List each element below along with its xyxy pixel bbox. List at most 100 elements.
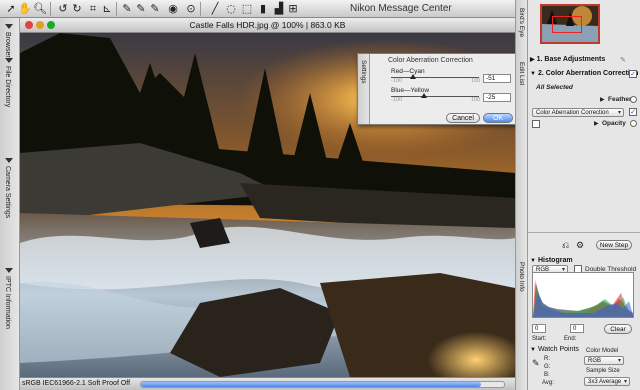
eyedropper-gray-icon[interactable]: ✎ bbox=[134, 2, 148, 16]
color-model-select[interactable]: RGB ▾ bbox=[584, 356, 624, 365]
blue-yellow-max: 100 bbox=[471, 97, 481, 103]
tone-icon[interactable]: ▮ bbox=[256, 2, 270, 16]
red-cyan-label: Red—Cyan bbox=[391, 68, 425, 75]
sample-size-label: Sample Size bbox=[586, 368, 620, 374]
color-aberration-enable-checkbox[interactable]: ✓ bbox=[629, 70, 637, 78]
compare-icon[interactable]: ⊙ bbox=[184, 2, 198, 16]
avg-label: Avg: bbox=[542, 380, 554, 386]
expand-arrow-icon[interactable]: ▶ bbox=[530, 56, 535, 63]
chevron-down-icon: ▾ bbox=[623, 379, 627, 385]
red-cyan-min: -100 bbox=[391, 78, 403, 84]
eyedropper-black-icon[interactable]: ✎ bbox=[148, 2, 162, 16]
tab-iptc-information[interactable]: IPTC Information bbox=[4, 268, 16, 329]
eyedropper-white-icon[interactable]: ✎ bbox=[120, 2, 134, 16]
color-model-label: Color Model bbox=[586, 348, 619, 354]
color-aberration-header[interactable]: ▼ 2. Color Aberration Correction bbox=[528, 70, 640, 81]
tab-photo-info[interactable]: Photo Info bbox=[518, 262, 525, 292]
histogram-icon[interactable]: ▟ bbox=[272, 2, 286, 16]
histogram-label: Histogram bbox=[537, 257, 573, 264]
panel-divider bbox=[528, 232, 640, 233]
birds-eye-thumbnail[interactable] bbox=[540, 4, 600, 44]
arrow-cursor-icon[interactable]: ➚ bbox=[4, 2, 18, 16]
end-value-field[interactable]: 0 bbox=[570, 324, 584, 333]
blue-yellow-slider-thumb[interactable] bbox=[421, 93, 427, 98]
image-titlebar[interactable]: Castle Falls HDR.jpg @ 100% | 863.0 KB bbox=[20, 18, 515, 33]
watch-points-label: Watch Points bbox=[537, 346, 579, 353]
color-profile-status: sRGB IEC61966-2.1 Soft Proof Off bbox=[22, 380, 131, 387]
hand-icon[interactable]: ✋ bbox=[18, 2, 32, 16]
blue-yellow-slider-track[interactable] bbox=[391, 96, 479, 97]
red-eye-icon[interactable]: ◉ bbox=[166, 2, 180, 16]
selection-icon[interactable]: ⬚ bbox=[240, 2, 254, 16]
tab-birds-eye[interactable]: Bird's Eye bbox=[518, 8, 525, 37]
start-value-field[interactable]: 0 bbox=[532, 324, 546, 333]
blue-yellow-min: -100 bbox=[391, 97, 403, 103]
collapse-arrow-icon[interactable]: ▼ bbox=[530, 71, 536, 77]
viewport-indicator[interactable] bbox=[552, 16, 582, 33]
adjustment-tool-icon[interactable]: ✎ bbox=[620, 56, 626, 64]
blue-yellow-value-field[interactable]: -25 bbox=[483, 93, 511, 102]
dialog-title: Color Aberration Correction bbox=[388, 57, 473, 64]
tab-edit-list[interactable]: Edit List bbox=[518, 62, 525, 85]
straighten-icon[interactable]: ⊾ bbox=[100, 2, 114, 16]
collapse-arrow-icon[interactable]: ▼ bbox=[530, 347, 536, 353]
opacity-arrow-icon[interactable]: ▶ bbox=[594, 120, 599, 127]
tab-iptc-information-label: IPTC Information bbox=[4, 276, 11, 329]
b-label: B: bbox=[544, 372, 550, 378]
ok-button[interactable]: OK bbox=[483, 113, 513, 123]
grid-icon[interactable]: ⊞ bbox=[286, 2, 300, 16]
feather-label: Feather bbox=[608, 96, 632, 103]
tab-browser[interactable]: Browser bbox=[4, 24, 16, 58]
end-label: End: bbox=[564, 336, 577, 342]
histogram-graph bbox=[533, 279, 633, 317]
collapse-arrow-icon bbox=[5, 268, 13, 273]
horizontal-scroll-thumb[interactable] bbox=[141, 382, 481, 387]
collapse-arrow-icon[interactable]: ▼ bbox=[530, 258, 536, 264]
color-model-value: RGB bbox=[588, 358, 602, 364]
mode-select[interactable]: Color Aberration Correction ▾ bbox=[532, 108, 624, 117]
sample-size-select[interactable]: 3x3 Average ▾ bbox=[584, 377, 630, 386]
chevron-down-icon: ▾ bbox=[617, 358, 621, 364]
toolbar-separator bbox=[200, 2, 201, 16]
opacity-checkbox[interactable] bbox=[532, 120, 540, 128]
base-adjustments-label: 1. Base Adjustments bbox=[536, 56, 606, 63]
new-step-button[interactable]: New Step bbox=[596, 240, 632, 250]
settings-side-tab[interactable]: Settings bbox=[358, 54, 370, 124]
color-aberration-dialog: Settings Color Aberration Correction Red… bbox=[357, 53, 517, 125]
feather-radio[interactable] bbox=[630, 96, 637, 103]
horizontal-scrollbar[interactable] bbox=[140, 381, 505, 388]
chevron-down-icon: ▾ bbox=[617, 110, 621, 116]
red-cyan-slider-thumb[interactable] bbox=[410, 74, 416, 79]
start-label: Start: bbox=[532, 336, 547, 342]
crop-icon[interactable]: ⌗ bbox=[86, 2, 100, 16]
lasso-icon[interactable]: ◌ bbox=[224, 2, 238, 16]
cancel-button[interactable]: Cancel bbox=[446, 113, 480, 123]
settings-side-label: Settings bbox=[360, 60, 367, 84]
right-panel: ▶ 1. Base Adjustments ✎ ▼ 2. Color Aberrat… bbox=[528, 0, 640, 390]
feather-arrow-icon[interactable]: ▶ bbox=[600, 96, 605, 103]
tab-browser-label: Browser bbox=[4, 32, 11, 58]
image-title: Castle Falls HDR.jpg @ 100% | 863.0 KB bbox=[189, 20, 346, 30]
red-cyan-value-field[interactable]: -51 bbox=[483, 74, 511, 83]
clear-button[interactable]: Clear bbox=[604, 324, 632, 334]
options-icon[interactable]: ⚙ bbox=[576, 240, 584, 251]
tab-camera-settings[interactable]: Camera Settings bbox=[4, 158, 16, 218]
history-icon[interactable]: ⎌ bbox=[562, 240, 569, 251]
mode-select-value: Color Aberration Correction bbox=[536, 110, 609, 116]
toolbar-separator bbox=[116, 2, 117, 16]
zoom-icon[interactable]: 🔍︎ bbox=[33, 2, 47, 16]
collapse-arrow-icon bbox=[5, 24, 13, 29]
mode-enable-checkbox[interactable]: ✓ bbox=[629, 108, 637, 116]
sample-size-value: 3x3 Average bbox=[588, 379, 622, 385]
tab-camera-settings-label: Camera Settings bbox=[4, 166, 11, 219]
eyedropper-icon[interactable]: ✎ bbox=[532, 358, 540, 369]
tab-file-directory[interactable]: File Directory bbox=[4, 58, 16, 107]
brush-icon[interactable]: ╱ bbox=[208, 2, 222, 16]
rotate-left-icon[interactable]: ↺ bbox=[56, 2, 70, 16]
right-tab-strip: Bird's Eye Edit List Photo Info bbox=[515, 0, 528, 390]
rotate-right-icon[interactable]: ↻ bbox=[70, 2, 84, 16]
g-label: G: bbox=[544, 364, 551, 370]
red-cyan-slider-track[interactable] bbox=[391, 77, 479, 78]
opacity-radio[interactable] bbox=[630, 120, 637, 127]
left-tab-strip: Browser File Directory Camera Settings I… bbox=[0, 18, 20, 390]
